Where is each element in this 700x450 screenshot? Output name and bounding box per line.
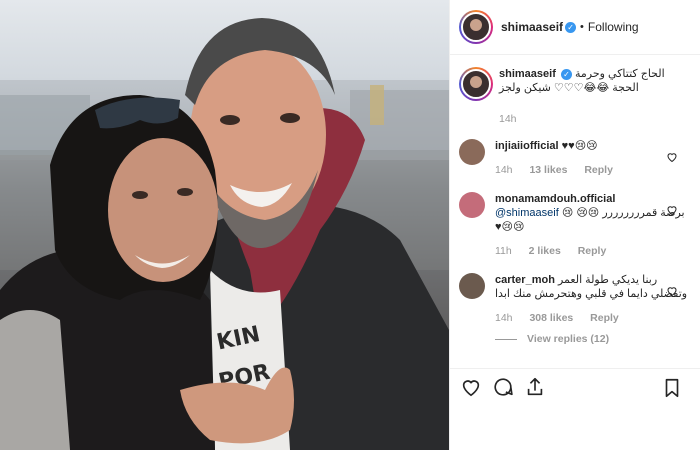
post-side-panel: shimaaseif ✓ • Following shimaaseif ✓ ال… <box>449 0 700 450</box>
caption-avatar[interactable] <box>459 67 493 101</box>
comment-time[interactable]: 14h <box>495 312 513 324</box>
post-header: shimaaseif ✓ • Following <box>450 0 700 55</box>
comment-time[interactable]: 11h <box>495 245 512 257</box>
comment-avatar[interactable] <box>459 139 485 165</box>
comment-likes[interactable]: 2 likes <box>529 245 561 257</box>
post-actions-bar <box>450 368 700 405</box>
author-username[interactable]: shimaaseif <box>501 20 563 34</box>
post-photo[interactable]: KIN POR <box>0 0 449 450</box>
heart-icon[interactable] <box>666 204 678 216</box>
comments-list: shimaaseif ✓ الحاج كتتاكي وحرمة الحجة 😂😂… <box>450 55 700 345</box>
comment-username[interactable]: injiaiiofficial <box>495 140 559 152</box>
separator-dot: • <box>580 21 584 33</box>
view-replies-label[interactable]: View replies (12) <box>527 333 609 345</box>
comment-avatar[interactable] <box>459 273 485 299</box>
comment-mention[interactable]: @shimaaseif <box>495 207 559 219</box>
heart-icon[interactable] <box>666 285 678 297</box>
comment-text: ♥♥😢😢 <box>561 140 598 152</box>
caption-time[interactable]: 14h <box>499 113 517 125</box>
comment-avatar[interactable] <box>459 192 485 218</box>
share-icon[interactable] <box>524 376 546 398</box>
comment-item: carter_moh ربنا يديكي طولة العمر وتفضلي … <box>459 273 691 324</box>
comment-item: monamamdouh.official @shimaaseif برضة قم… <box>459 192 691 257</box>
heart-icon[interactable] <box>666 151 678 163</box>
reply-button[interactable]: Reply <box>584 164 613 176</box>
caption-username[interactable]: shimaaseif <box>499 68 556 80</box>
comment-icon[interactable] <box>492 376 514 398</box>
heart-icon[interactable] <box>460 376 482 398</box>
caption: shimaaseif ✓ الحاج كتتاكي وحرمة الحجة 😂😂… <box>459 67 691 125</box>
view-replies-button[interactable]: View replies (12) <box>495 333 691 345</box>
comment-username[interactable]: monamamdouh.official <box>495 193 615 205</box>
reply-button[interactable]: Reply <box>590 312 619 324</box>
comment-likes[interactable]: 308 likes <box>529 312 573 324</box>
bookmark-icon[interactable] <box>661 377 683 399</box>
verified-badge-icon: ✓ <box>565 21 577 33</box>
comment-username[interactable]: carter_moh <box>495 274 555 286</box>
reply-button[interactable]: Reply <box>578 245 607 257</box>
verified-badge-icon: ✓ <box>560 69 572 80</box>
author-avatar[interactable] <box>459 10 493 44</box>
view-replies-line <box>495 338 517 340</box>
following-button[interactable]: Following <box>588 20 639 34</box>
comment-item: injiaiiofficial ♥♥😢😢 14h 13 likes Reply <box>459 139 691 176</box>
photo-illustration: KIN POR <box>0 18 449 450</box>
comment-likes[interactable]: 13 likes <box>529 164 567 176</box>
comment-time[interactable]: 14h <box>495 164 513 176</box>
